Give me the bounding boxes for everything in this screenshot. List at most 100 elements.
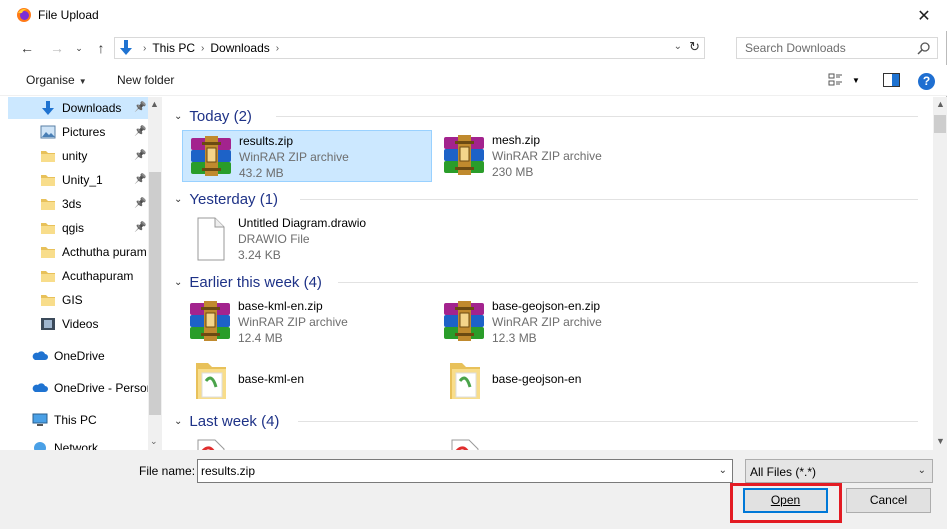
title-bar: File Upload ✕ — [0, 0, 947, 31]
sidebar-item-acuthapuram[interactable]: Acuthapuram — [8, 265, 148, 287]
chevron-down-icon[interactable]: ⌄ — [174, 194, 182, 205]
close-button[interactable]: ✕ — [901, 0, 947, 31]
sidebar-item-downloads[interactable]: Downloads 📌 — [8, 97, 148, 119]
footer-panel: File name: ⌄ All Files (*.*) ⌄ Open Canc… — [0, 450, 947, 529]
file-size: 43.2 MB — [239, 166, 284, 180]
up-button[interactable]: ↑ — [92, 39, 110, 57]
command-bar: Organise ▼ New folder ▼ ? — [0, 65, 947, 96]
file-item[interactable]: Untitled Diagram.drawio DRAWIO File 3.24 K… — [182, 213, 432, 265]
sidebar-item-gis[interactable]: GIS — [8, 289, 148, 311]
file-item[interactable]: base-kml-en — [182, 354, 432, 406]
filename-combobox[interactable]: ⌄ — [197, 459, 733, 483]
pin-icon: 📌 — [134, 222, 147, 233]
file-list-scrollbar[interactable]: ▲ ▼ — [933, 97, 947, 450]
scroll-down-icon[interactable]: ▼ — [936, 436, 945, 446]
sidebar-item-qgis[interactable]: qgis 📌 — [8, 217, 148, 239]
new-folder-button[interactable]: New folder — [117, 73, 174, 87]
sidebar-item-unity-1[interactable]: Unity_1 📌 — [8, 169, 148, 191]
breadcrumb-downloads[interactable]: Downloads — [210, 41, 269, 55]
file-item[interactable]: Siridhanya-English.pdf — [182, 435, 432, 450]
videos-icon — [40, 316, 56, 332]
cancel-button[interactable]: Cancel — [846, 488, 931, 513]
chevron-down-icon[interactable]: ⌄ — [719, 465, 727, 476]
sidebar-item-videos[interactable]: Videos — [8, 313, 148, 335]
file-name: Untitled Diagram.drawio — [238, 216, 367, 230]
sidebar-item-label: Acuthapuram — [62, 269, 134, 283]
organise-button[interactable]: Organise ▼ — [26, 73, 87, 87]
filename-label: File name: — [139, 464, 196, 478]
breadcrumb-this-pc[interactable]: This PC — [152, 41, 195, 55]
address-bar[interactable]: › This PC › Downloads › ⌄ ↻ — [114, 37, 705, 59]
file-item[interactable]: results.zip WinRAR ZIP archive 43.2 MB — [182, 130, 432, 182]
change-view-button[interactable] — [828, 73, 844, 90]
sidebar-item-network[interactable]: Network — [8, 437, 148, 450]
group-header[interactable]: ⌄ Today (2) — [174, 106, 252, 126]
forward-button[interactable]: → — [48, 39, 66, 57]
cancel-label: Cancel — [869, 493, 908, 507]
file-name: base-kml-en.zip — [238, 299, 323, 313]
scroll-down-icon[interactable]: ⌄ — [150, 436, 158, 447]
filename-input[interactable] — [198, 460, 698, 482]
recent-locations-button[interactable]: ⌄ — [70, 39, 88, 57]
sidebar-item-label: Network — [54, 441, 99, 450]
sidebar-item-acthutha-puram[interactable]: Acthutha puram — [8, 241, 148, 263]
file-item[interactable]: base-geojson-en — [436, 354, 686, 406]
preview-pane-button[interactable] — [883, 73, 900, 90]
file-item[interactable]: mesh.zip WinRAR ZIP archive 230 MB — [436, 130, 686, 182]
search-box[interactable] — [736, 37, 938, 59]
sidebar-item-unity[interactable]: unity 📌 — [8, 145, 148, 167]
navigation-pane: Downloads 📌 Pictures 📌 unity 📌 Unity_1 📌 3ds 📌 qgi… — [8, 97, 162, 450]
back-arrow-icon: ← — [20, 40, 34, 56]
sidebar-item-label: OneDrive — [54, 349, 105, 363]
forward-arrow-icon: → — [50, 40, 64, 56]
chevron-down-icon[interactable]: ⌄ — [174, 277, 182, 288]
file-item[interactable]: Siridhanya-English-1.pdf — [436, 435, 686, 450]
pictures-icon — [40, 124, 56, 140]
group-header-label: Yesterday (1) — [189, 190, 279, 208]
view-dropdown-button[interactable]: ▼ — [852, 76, 860, 85]
file-name: base-kml-en — [238, 372, 305, 386]
cloud-icon — [32, 380, 48, 396]
help-icon[interactable]: ? — [918, 73, 935, 90]
sidebar-item-onedrive[interactable]: OneDrive — [8, 345, 148, 367]
address-row: ← → ⌄ ↑ › This PC › Downloads › ⌄ ↻ — [0, 31, 947, 65]
sidebar-item-3ds[interactable]: 3ds 📌 — [8, 193, 148, 215]
scrollbar-thumb[interactable] — [149, 172, 161, 415]
group-header[interactable]: ⌄ Earlier this week (4) — [174, 272, 322, 292]
sidebar-item-onedrive-persor[interactable]: OneDrive - Persor — [8, 377, 151, 399]
group-header[interactable]: ⌄ Last week (4) — [174, 411, 279, 431]
download-location-icon — [115, 38, 137, 58]
chevron-down-icon[interactable]: ⌄ — [174, 416, 182, 427]
sidebar-item-label: Videos — [62, 317, 99, 331]
scroll-up-icon[interactable]: ▲ — [150, 99, 159, 109]
pin-icon: 📌 — [134, 198, 147, 209]
blank-document-icon — [186, 216, 234, 262]
navigation-scrollbar[interactable]: ▲ ⌄ — [148, 97, 162, 450]
file-item[interactable]: base-kml-en.zip WinRAR ZIP archive 12.4 MB — [182, 296, 432, 348]
address-dropdown-icon[interactable]: ⌄ — [674, 41, 682, 52]
file-type: DRAWIO File — [238, 232, 310, 246]
group-header-label: Last week (4) — [189, 412, 280, 430]
back-button[interactable]: ← — [18, 39, 36, 57]
scrollbar-thumb[interactable] — [934, 115, 946, 133]
group-header-label: Earlier this week (4) — [189, 273, 322, 291]
new-folder-label: New folder — [117, 73, 175, 87]
file-type: WinRAR ZIP archive — [492, 149, 602, 163]
network-icon — [32, 440, 48, 450]
file-item[interactable]: base-geojson-en.zip WinRAR ZIP archive 12.… — [436, 296, 686, 348]
search-input[interactable] — [737, 38, 907, 58]
search-icon — [917, 42, 930, 55]
chevron-down-icon[interactable]: ⌄ — [174, 111, 182, 122]
refresh-icon[interactable]: ↻ — [689, 39, 700, 55]
pin-icon: 📌 — [134, 174, 147, 185]
group-divider — [276, 116, 918, 117]
group-divider — [300, 199, 918, 200]
breadcrumb-separator-icon: › — [275, 42, 280, 54]
group-header[interactable]: ⌄ Yesterday (1) — [174, 189, 278, 209]
scroll-up-icon[interactable]: ▲ — [936, 99, 945, 109]
sidebar-item-pictures[interactable]: Pictures 📌 — [8, 121, 148, 143]
window-title: File Upload — [38, 8, 99, 22]
sidebar-item-this-pc[interactable]: This PC — [8, 409, 148, 431]
file-type-select[interactable]: All Files (*.*) ⌄ — [745, 459, 933, 483]
open-button[interactable]: Open — [743, 488, 828, 513]
